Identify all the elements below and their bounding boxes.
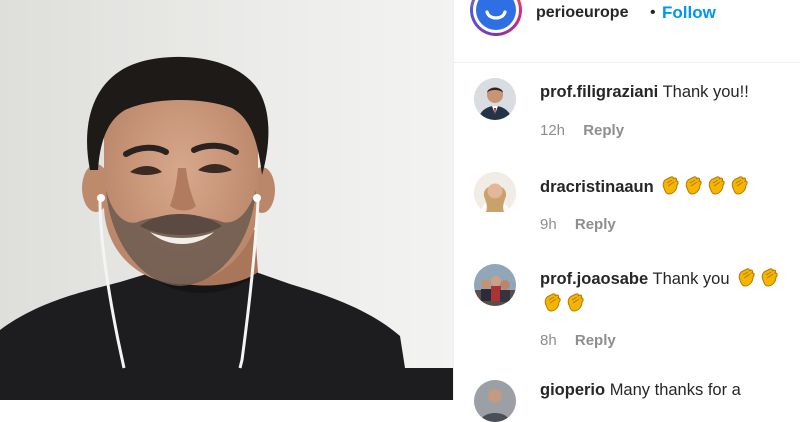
comment-username[interactable]: prof.filigraziani [540, 83, 658, 101]
commenter-avatar[interactable] [474, 264, 516, 306]
reply-button[interactable]: Reply [575, 216, 616, 233]
speaker-video-image [0, 0, 453, 400]
reply-button[interactable]: Reply [583, 122, 624, 139]
follow-button[interactable]: Follow [662, 3, 716, 23]
comment-username[interactable]: gioperio [540, 381, 605, 399]
commenter-avatar[interactable] [474, 380, 516, 422]
smile-logo-icon [485, 10, 507, 20]
video-frame[interactable] [0, 0, 453, 400]
comment-meta: 9h Reply [540, 216, 616, 233]
comment-body: Many thanks for a [609, 381, 741, 399]
profile-photo-icon [474, 380, 516, 422]
comment-username[interactable]: dracristinaaun [540, 178, 654, 196]
comment-username[interactable]: prof.joaosabe [540, 270, 648, 288]
comment-timestamp: 8h [540, 332, 557, 349]
post-header: perioeurope • Follow [454, 0, 800, 63]
comments-panel: perioeurope • Follow prof.filigraziani T… [454, 0, 800, 422]
clapping-hands-icon [563, 291, 585, 313]
commenter-avatar[interactable] [474, 78, 516, 120]
clapping-hands-icon [540, 291, 562, 313]
clapping-hands-icon [658, 174, 680, 196]
header-separator: • [650, 4, 656, 21]
reply-button[interactable]: Reply [575, 332, 616, 349]
clapping-hands-icon [704, 174, 726, 196]
clap-emoji-group [658, 176, 750, 196]
story-ring[interactable] [470, 0, 522, 36]
profile-photo-icon [474, 78, 516, 120]
comment-body: Thank you!! [662, 83, 749, 101]
profile-photo-icon [474, 264, 516, 306]
commenter-avatar[interactable] [474, 172, 516, 214]
comment-text-row: prof.joaosabe Thank you [540, 266, 795, 316]
comment-text-row: gioperio Many thanks for a [540, 378, 795, 402]
comment-timestamp: 12h [540, 122, 566, 139]
comment-body: Thank you [652, 270, 730, 288]
clapping-hands-icon [757, 266, 779, 288]
clapping-hands-icon [681, 174, 703, 196]
comment-meta: 12h Reply [540, 122, 624, 139]
comment-text-row: prof.filigraziani Thank you!! [540, 80, 795, 104]
comment-meta: 8h Reply [540, 332, 616, 349]
clapping-hands-icon [734, 266, 756, 288]
account-username[interactable]: perioeurope [536, 4, 628, 22]
comment-text-row: dracristinaaun [540, 174, 795, 199]
account-avatar [476, 0, 516, 30]
profile-photo-icon [474, 172, 516, 214]
clapping-hands-icon [727, 174, 749, 196]
avatar-border [473, 0, 519, 33]
comment-timestamp: 9h [540, 216, 557, 233]
